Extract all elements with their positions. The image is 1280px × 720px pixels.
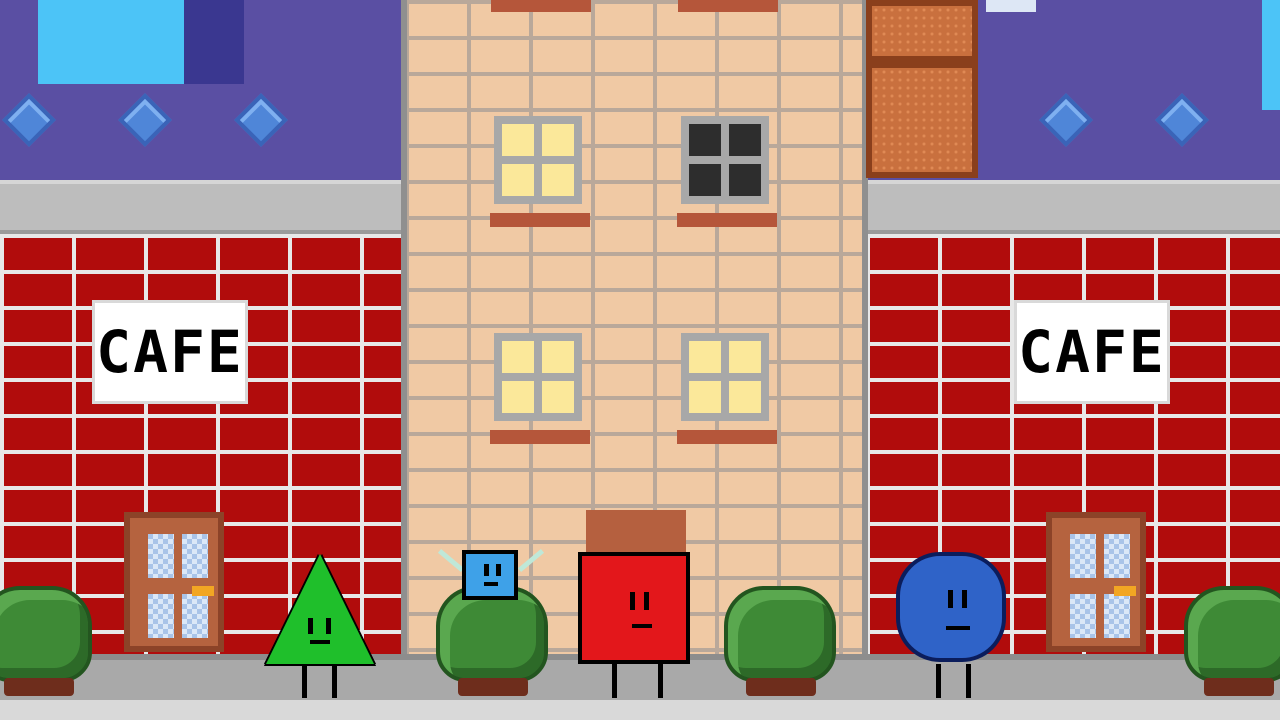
small-box-body [462,550,518,600]
leg [936,664,941,698]
leg [302,664,307,698]
window-sill [490,430,590,444]
character-triangle[interactable] [264,554,376,704]
cloud-fragment [986,0,1036,12]
mouth [310,640,330,644]
triangle-body [266,554,374,664]
eye [308,618,313,634]
left-roof-window-shade [184,0,244,84]
crate [866,62,978,178]
eye [630,592,635,610]
character-small-box[interactable] [432,548,550,610]
leg [966,664,971,698]
window-sill [491,0,591,12]
leg [612,664,617,698]
arm [517,548,545,573]
door-knob [1114,586,1136,596]
bush [1184,586,1280,682]
window-sill [677,213,777,227]
lit-window [681,333,769,421]
curb [0,700,1280,720]
planter [458,678,528,696]
lit-window [494,116,582,204]
window-sill [490,213,590,227]
right-roof-window [1262,0,1280,110]
dark-window [681,116,769,204]
cafe-sign-left: CAFE [92,300,248,404]
eye [948,590,953,608]
cafe-sign-text: CAFE [1018,318,1166,386]
leg [332,664,337,698]
tower-edge-left [401,0,407,660]
window-sill [677,430,777,444]
tower-door[interactable] [586,510,686,556]
door-knob [192,586,214,596]
mouth [484,582,498,586]
mouth [632,624,652,628]
cafe-door-left[interactable] [124,512,224,652]
right-roof-ledge [866,180,1280,234]
eye [496,564,501,576]
mouth [946,626,970,630]
lit-window [494,333,582,421]
bush [0,586,92,682]
character-blue-circle[interactable] [896,552,1014,702]
eye [644,592,649,610]
cafe-sign-right: CAFE [1014,300,1170,404]
planter [746,678,816,696]
planter [4,678,74,696]
eye [962,590,967,608]
planter [1204,678,1274,696]
cafe-sign-text: CAFE [96,318,244,386]
arm [437,548,465,573]
character-red-box[interactable] [578,552,696,702]
leg [658,664,663,698]
window-sill [678,0,778,12]
cafe-door-right[interactable] [1046,512,1146,652]
eye [484,564,489,576]
left-roof-ledge [0,180,405,234]
left-roof-window [38,0,184,84]
bush [724,586,836,682]
eye [326,618,331,634]
crate [866,0,978,62]
